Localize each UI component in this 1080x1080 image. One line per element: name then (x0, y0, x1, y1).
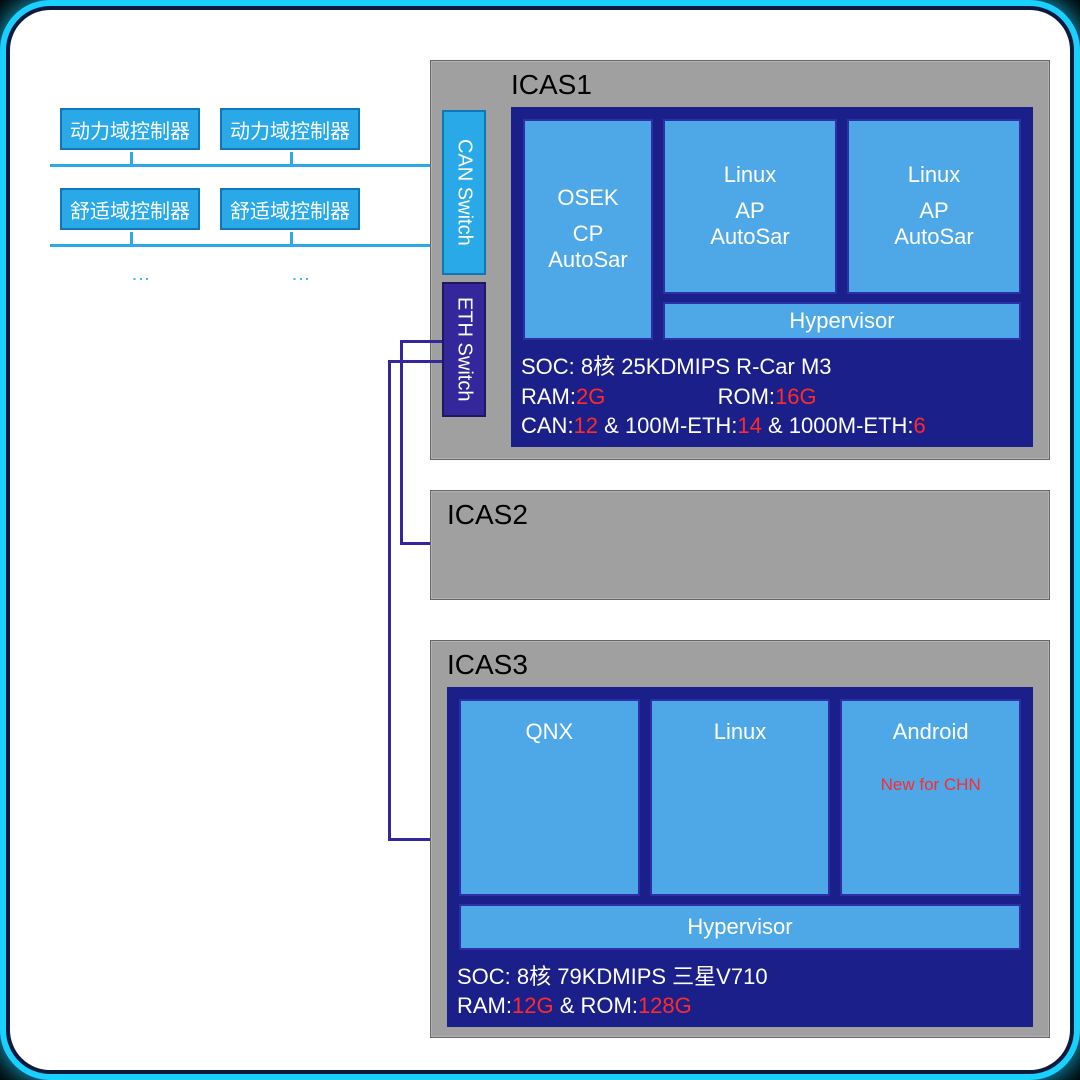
spec-can-key: CAN: (521, 413, 574, 438)
icas2-title: ICAS2 (447, 499, 1033, 531)
spec-soc: SOC: 8核 25KDMIPS R-Car M3 (521, 352, 1023, 382)
icas2-module: ICAS2 (430, 490, 1050, 600)
icas1-linux-box-1: Linux APAutoSar (663, 119, 837, 294)
bus-tick (130, 152, 133, 164)
label: 动力域控制器 (230, 115, 350, 144)
label: QNX (525, 719, 573, 745)
spec-ram-key: RAM: (457, 993, 512, 1018)
icas3-hypervisor: Hypervisor (459, 904, 1021, 950)
spec-ram-key: RAM: (521, 384, 576, 409)
spec-soc: SOC: 8核 79KDMIPS 三星V710 (457, 962, 1023, 992)
label: Linux (714, 719, 767, 745)
bus-tick (130, 232, 133, 244)
spec-sep: & ROM: (554, 993, 638, 1018)
label: ETH Switch (453, 297, 476, 401)
eth-line (388, 360, 442, 363)
icas3-spec: SOC: 8核 79KDMIPS 三星V710 RAM:12G & ROM:12… (447, 958, 1033, 1027)
eth-line (388, 360, 391, 840)
can-bus-line-1 (50, 164, 430, 167)
eth-line (400, 340, 403, 544)
eth-line (388, 838, 430, 841)
label: AutoSar (894, 224, 974, 249)
label: 舒适域控制器 (230, 195, 350, 224)
label: CAN Switch (453, 139, 476, 246)
icas1-osek-box: OSEK CPAutoSar (523, 119, 653, 340)
bus-tick (290, 232, 293, 244)
icas1-linux-box-2: Linux APAutoSar (847, 119, 1021, 294)
label: CP (573, 221, 604, 246)
bus-tick (290, 152, 293, 164)
icas1-spec: SOC: 8核 25KDMIPS R-Car M3 RAM:2G ROM:16G… (511, 348, 1033, 447)
controller-comfort-a: 舒适域控制器 (60, 188, 200, 230)
eth-line (400, 542, 430, 545)
label: AP (919, 198, 948, 223)
label: 动力域控制器 (70, 115, 190, 144)
label: Linux (724, 162, 777, 188)
eth-switch: ETH Switch (442, 282, 486, 417)
spec-ram-val: 2G (576, 384, 605, 409)
spec-rom-val: 128G (638, 993, 692, 1018)
spec-100m-val: 14 (737, 413, 761, 438)
icas1-title: ICAS1 (511, 69, 1033, 101)
spec-sep: & 1000M-ETH: (762, 413, 914, 438)
spec-1000m-val: 6 (914, 413, 926, 438)
icas3-qnx-box: QNX (459, 699, 640, 896)
label: Linux (908, 162, 961, 188)
icas3-android-box: Android New for CHN (840, 699, 1021, 896)
spec-can-val: 12 (574, 413, 598, 438)
can-switch: CAN Switch (442, 110, 486, 275)
controller-power-b: 动力域控制器 (220, 108, 360, 150)
ellipsis-icon: ⋮ (290, 270, 312, 294)
label: 舒适域控制器 (70, 195, 190, 224)
label: Android (893, 719, 969, 745)
spec-sep: & 100M-ETH: (598, 413, 737, 438)
icas3-title: ICAS3 (447, 649, 1033, 681)
label: OSEK (557, 185, 618, 211)
controller-comfort-b: 舒适域控制器 (220, 188, 360, 230)
icas1-hypervisor: Hypervisor (663, 302, 1021, 340)
new-for-chn-label: New for CHN (881, 775, 981, 795)
spec-rom-key: ROM: (718, 384, 775, 409)
label: AP (735, 198, 764, 223)
icas3-linux-box: Linux (650, 699, 831, 896)
icas3-module: ICAS3 QNX Linux Android New for CHN Hype… (430, 640, 1050, 1038)
eth-line (400, 340, 442, 343)
label: AutoSar (548, 247, 628, 272)
ellipsis-icon: ⋮ (130, 270, 152, 294)
controller-power-a: 动力域控制器 (60, 108, 200, 150)
spec-rom-val: 16G (775, 384, 817, 409)
can-bus-line-2 (50, 244, 430, 247)
spec-ram-val: 12G (512, 993, 554, 1018)
icas1-module: ICAS1 OSEK CPAutoSar Linux APAutoSar (430, 60, 1050, 460)
label: AutoSar (710, 224, 790, 249)
